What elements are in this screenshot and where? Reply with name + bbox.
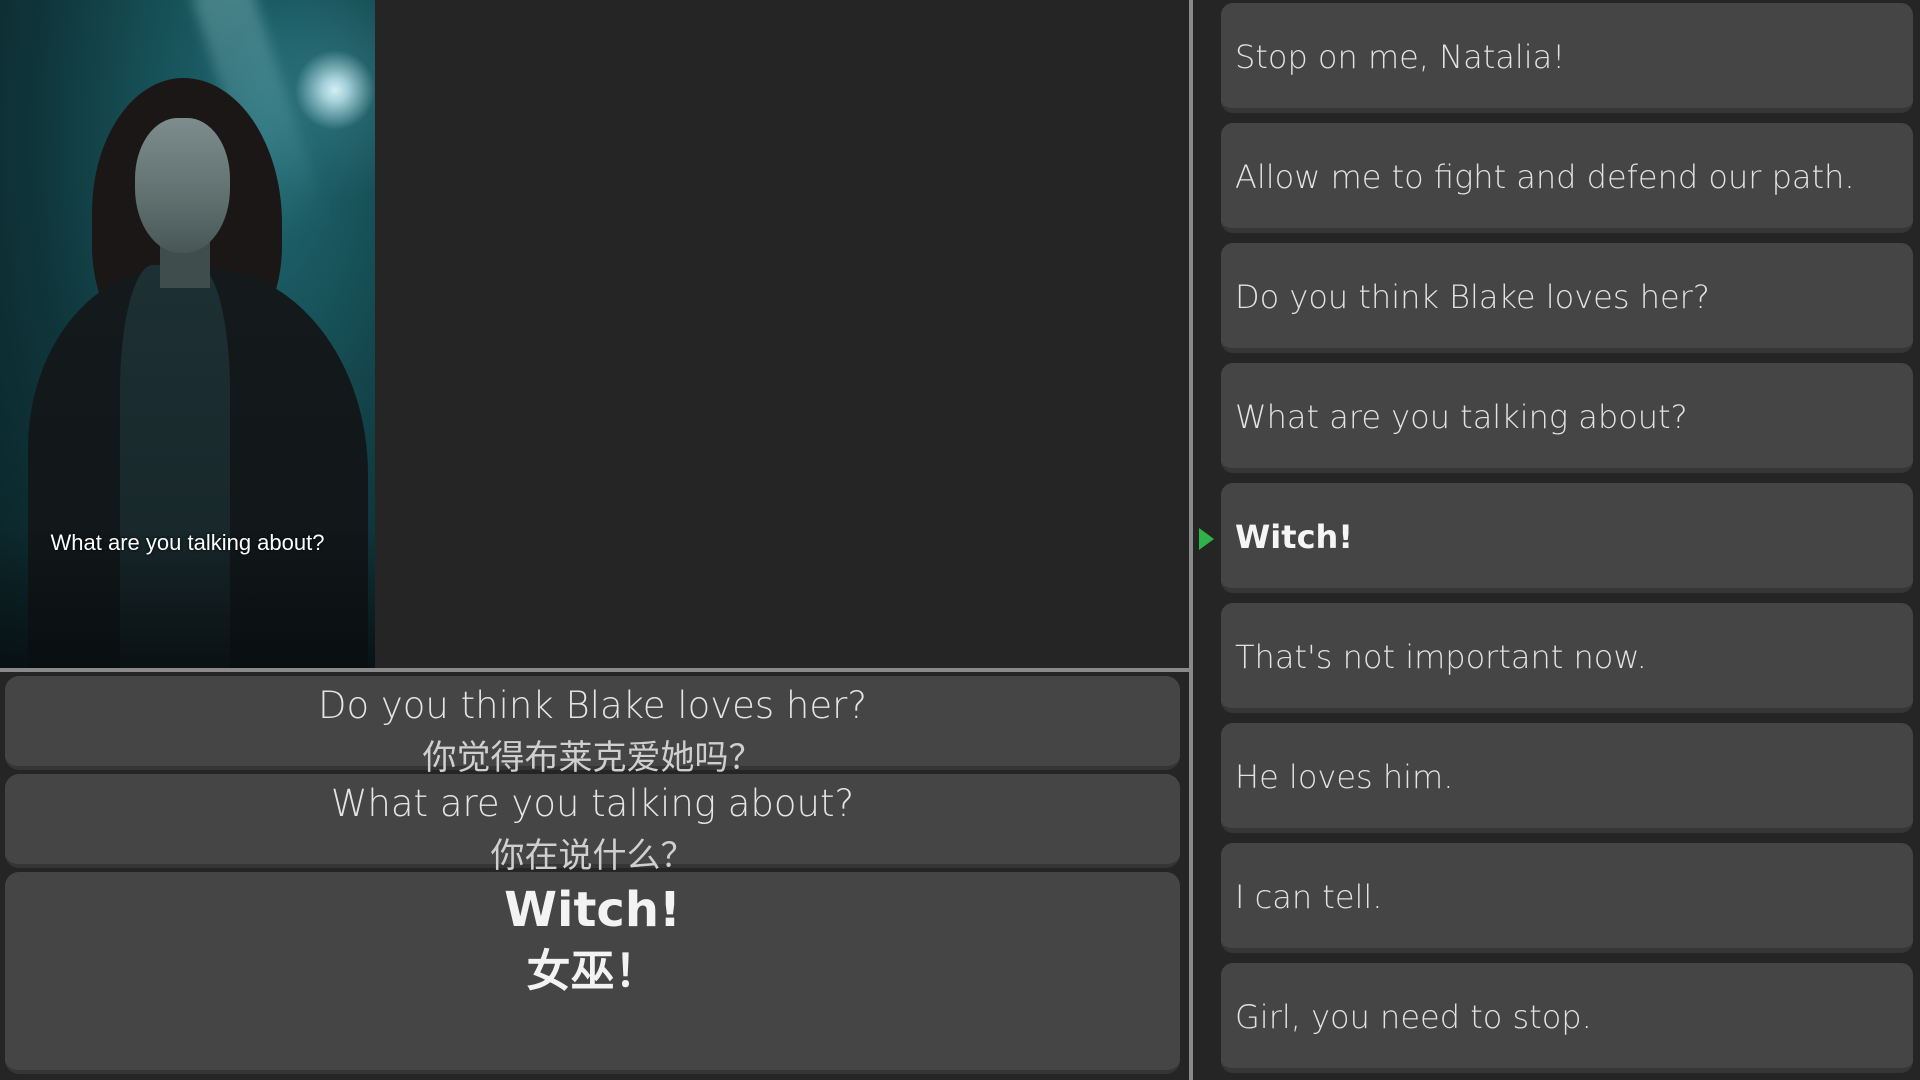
line-list-pane: Stop on me, Natalia! Allow me to fight a…: [1193, 0, 1920, 1080]
video-subtitle: What are you talking about?: [50, 530, 325, 555]
line-list-item[interactable]: I can tell.: [1221, 843, 1913, 953]
line-list-item[interactable]: What are you talking about?: [1221, 363, 1913, 473]
line-text: That's not important now.: [1235, 638, 1647, 676]
subtitle-card[interactable]: What are you talking about? 你在说什么？: [5, 774, 1180, 876]
video-area: What are you talking about?: [0, 0, 1189, 668]
subtitle-card[interactable]: Do you think Blake loves her? 你觉得布莱克爱她吗？: [5, 676, 1180, 778]
line-text: He loves him.: [1235, 758, 1454, 796]
line-text: I can tell.: [1235, 878, 1383, 916]
line-list-item[interactable]: Allow me to fight and defend our path.: [1221, 123, 1913, 233]
line-list-item[interactable]: He loves him.: [1221, 723, 1913, 833]
subtitle-english: Witch!: [504, 882, 681, 938]
line-list-item[interactable]: Girl, you need to stop.: [1221, 963, 1913, 1073]
line-list-item[interactable]: Do you think Blake loves her?: [1221, 243, 1913, 353]
figure-face: [135, 118, 230, 253]
subtitle-stack: Do you think Blake loves her? 你觉得布莱克爱她吗？…: [0, 672, 1189, 1080]
line-list-item[interactable]: Stop on me, Natalia!: [1221, 3, 1913, 113]
line-text: Stop on me, Natalia!: [1235, 38, 1566, 76]
line-text: Girl, you need to stop.: [1235, 998, 1592, 1036]
subtitle-player-app: What are you talking about? Do you think…: [0, 0, 1920, 1080]
subtitle-card-active[interactable]: Witch! 女巫！: [5, 872, 1180, 1074]
line-text: What are you talking about?: [1235, 398, 1688, 436]
subtitle-english: Do you think Blake loves her?: [317, 684, 867, 727]
subtitle-chinese: 女巫！: [526, 946, 659, 997]
line-list-item-current[interactable]: Witch!: [1221, 483, 1913, 593]
subtitle-english: What are you talking about?: [330, 782, 855, 825]
line-text: Allow me to fight and defend our path.: [1235, 158, 1855, 196]
line-text: Do you think Blake loves her?: [1235, 278, 1710, 316]
line-list-item[interactable]: That's not important now.: [1221, 603, 1913, 713]
video-player[interactable]: What are you talking about?: [0, 0, 375, 668]
left-pane: What are you talking about? Do you think…: [0, 0, 1189, 1080]
play-triangle-icon: [1199, 528, 1214, 550]
line-text: Witch!: [1235, 518, 1353, 556]
